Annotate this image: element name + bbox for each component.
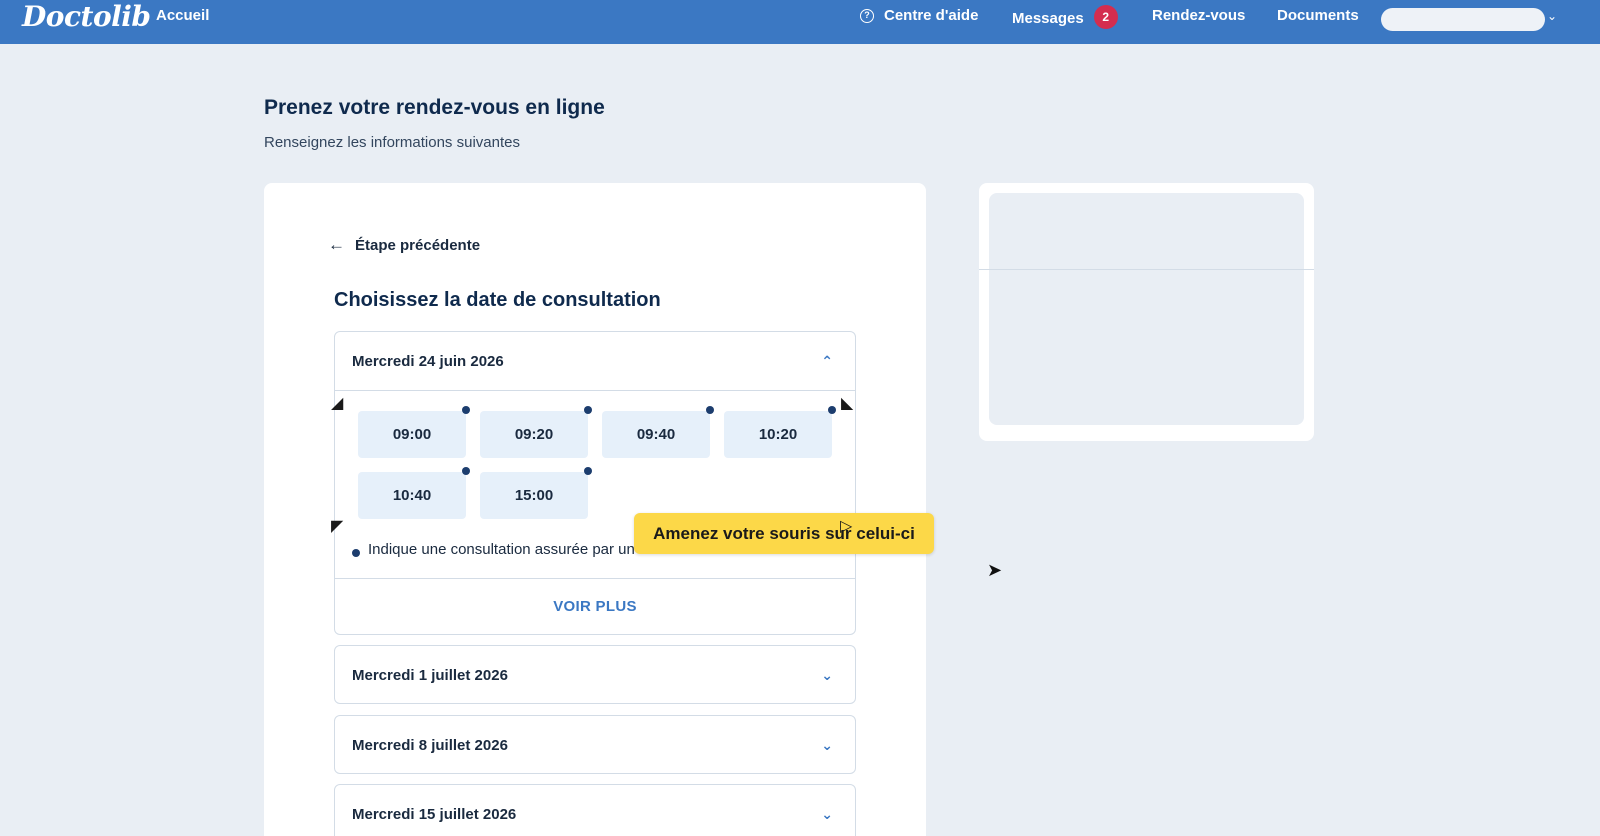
summary-placeholder: [989, 193, 1304, 425]
booking-card: ← Étape précédente Choisissez la date de…: [264, 183, 926, 836]
time-slot[interactable]: 10:40: [358, 472, 466, 519]
highlight-corner-icon: ◤: [331, 518, 344, 535]
day-header[interactable]: Mercredi 24 juin 2026 ⌃: [335, 332, 855, 391]
slot-indicator-dot: [462, 406, 470, 414]
slot-indicator-dot: [462, 467, 470, 475]
nav-documents-link[interactable]: Documents: [1277, 7, 1359, 24]
time-slot[interactable]: 09:40: [602, 411, 710, 458]
slot-legend: Indique une consultation assurée par un: [352, 541, 635, 558]
pointer-marker-icon: ▷: [840, 518, 853, 535]
slot-indicator-dot: [584, 467, 592, 475]
day-label: Mercredi 24 juin 2026: [352, 352, 504, 370]
arrow-left-icon: ←: [328, 235, 345, 254]
messages-count-badge: 2: [1093, 5, 1118, 29]
legend-dot: [352, 548, 360, 557]
time-slot[interactable]: 09:20: [480, 411, 588, 458]
chevron-down-icon: ⌄: [821, 667, 833, 683]
legend-text: Indique une consultation assurée par un: [368, 541, 635, 558]
help-icon: ?: [860, 8, 874, 23]
day-accordion-open: Mercredi 24 juin 2026 ⌃ 09:00 09:20 09:4…: [334, 331, 856, 635]
day-header[interactable]: Mercredi 8 juillet 2026 ⌄: [335, 716, 855, 775]
time-slot[interactable]: 15:00: [480, 472, 588, 519]
nav-messages-label: Messages: [1012, 9, 1084, 27]
previous-step-link[interactable]: ← Étape précédente: [328, 235, 480, 255]
day-label: Mercredi 15 juillet 2026: [352, 806, 517, 823]
day-header[interactable]: Mercredi 1 juillet 2026 ⌄: [335, 646, 855, 705]
divider: [979, 269, 1314, 270]
mouse-cursor-icon: ➤: [987, 560, 1003, 580]
account-menu-button[interactable]: [1381, 8, 1545, 31]
see-more-button[interactable]: VOIR PLUS: [335, 578, 855, 634]
summary-panel: [979, 183, 1314, 441]
day-accordion[interactable]: Mercredi 1 juillet 2026 ⌄: [334, 645, 856, 704]
nav-help-center-link[interactable]: ? Centre d'aide: [860, 7, 978, 24]
day-accordion[interactable]: Mercredi 15 juillet 2026 ⌄: [334, 784, 856, 836]
highlight-corner-icon: ◢: [331, 395, 344, 412]
page-title: Prenez votre rendez-vous en ligne: [264, 96, 605, 119]
chevron-down-icon: ⌄: [821, 806, 833, 822]
time-slot[interactable]: 09:00: [358, 411, 466, 458]
highlight-corner-icon: ◣: [841, 395, 854, 412]
doctolib-logo[interactable]: Doctolib: [22, 0, 151, 36]
guide-tooltip: Amenez votre souris sur celui-ci: [634, 513, 934, 554]
slot-indicator-dot: [584, 406, 592, 414]
day-accordion[interactable]: Mercredi 8 juillet 2026 ⌄: [334, 715, 856, 774]
time-slot[interactable]: 10:20: [724, 411, 832, 458]
nav-home-link[interactable]: Accueil: [156, 7, 209, 24]
day-header[interactable]: Mercredi 15 juillet 2026 ⌄: [335, 785, 855, 836]
nav-messages-link[interactable]: Messages 2: [1012, 5, 1118, 29]
page-subtitle: Renseignez les informations suivantes: [264, 134, 520, 151]
nav-appointments-link[interactable]: Rendez-vous: [1152, 7, 1245, 24]
chevron-down-icon: ⌄: [821, 737, 833, 753]
nav-help-label: Centre d'aide: [884, 7, 979, 24]
section-title: Choisissez la date de consultation: [334, 289, 661, 311]
chevron-up-icon: ⌃: [821, 352, 833, 369]
slot-indicator-dot: [828, 406, 836, 414]
slot-indicator-dot: [706, 406, 714, 414]
day-label: Mercredi 1 juillet 2026: [352, 667, 508, 684]
chevron-down-icon[interactable]: ⌄: [1547, 9, 1557, 23]
previous-step-label: Étape précédente: [355, 236, 481, 254]
day-label: Mercredi 8 juillet 2026: [352, 737, 508, 754]
top-navigation-bar: Doctolib Accueil ? Centre d'aide Message…: [0, 0, 1600, 44]
